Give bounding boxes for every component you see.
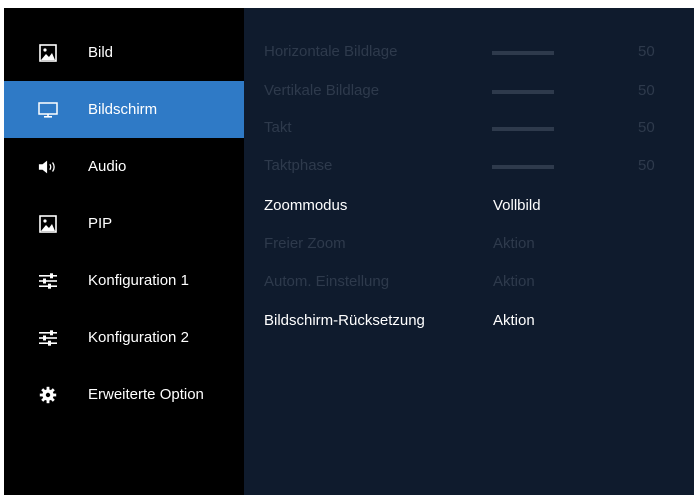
sidebar-item-label: Erweiterte Option xyxy=(88,386,204,403)
sliders-icon xyxy=(38,328,58,348)
setting-label: Taktphase xyxy=(264,157,333,174)
setting-value: 50 xyxy=(638,43,655,60)
sidebar-item-audio[interactable]: Audio xyxy=(4,138,244,195)
vertical-position-slider[interactable] xyxy=(492,90,554,94)
setting-value: 50 xyxy=(638,119,655,136)
setting-label: Freier Zoom xyxy=(264,235,346,252)
sidebar-item-bild[interactable]: Bild xyxy=(4,24,244,81)
clock-slider[interactable] xyxy=(492,127,554,131)
setting-label: Takt xyxy=(264,119,292,136)
free-zoom-action[interactable]: Aktion xyxy=(493,235,535,252)
sidebar-item-pip[interactable]: PIP xyxy=(4,195,244,252)
gear-icon xyxy=(38,385,58,405)
setting-label: Zoommodus xyxy=(264,197,348,214)
setting-value: 50 xyxy=(638,82,655,99)
setting-horizontal-position[interactable]: Horizontale Bildlage 50 xyxy=(244,33,694,71)
setting-vertical-position[interactable]: Vertikale Bildlage 50 xyxy=(244,72,694,110)
setting-zoom-mode[interactable]: Zoommodus Vollbild xyxy=(244,187,694,225)
setting-label: Vertikale Bildlage xyxy=(264,82,380,99)
sidebar-item-erweiterte-option[interactable]: Erweiterte Option xyxy=(4,366,244,423)
screen-reset-action[interactable]: Aktion xyxy=(493,312,535,329)
speaker-icon xyxy=(38,157,58,177)
sliders-icon xyxy=(38,271,58,291)
zoom-mode-value[interactable]: Vollbild xyxy=(493,197,541,214)
sidebar-item-konfiguration-2[interactable]: Konfiguration 2 xyxy=(4,309,244,366)
sidebar-item-konfiguration-1[interactable]: Konfiguration 1 xyxy=(4,252,244,309)
horizontal-position-slider[interactable] xyxy=(492,51,554,55)
sidebar-item-label: PIP xyxy=(88,215,113,232)
setting-label: Bildschirm-Rücksetzung xyxy=(264,312,425,329)
setting-label: Autom. Einstellung xyxy=(264,273,390,290)
setting-label: Horizontale Bildlage xyxy=(264,43,398,60)
setting-auto-adjust[interactable]: Autom. Einstellung Aktion xyxy=(244,263,694,301)
phase-slider[interactable] xyxy=(492,165,554,169)
sidebar-menu: Bild Bildschirm Audio PIP Konfiguration … xyxy=(4,24,244,423)
auto-adjust-action[interactable]: Aktion xyxy=(493,273,535,290)
osd-screen: Bild Bildschirm Audio PIP Konfiguration … xyxy=(4,8,694,495)
sidebar-item-label: Konfiguration 2 xyxy=(88,329,189,346)
monitor-icon xyxy=(38,100,58,120)
picture-icon xyxy=(38,214,58,234)
setting-screen-reset[interactable]: Bildschirm-Rücksetzung Aktion xyxy=(244,302,694,340)
sidebar-item-label: Bildschirm xyxy=(88,101,158,118)
picture-icon xyxy=(38,43,58,63)
setting-clock[interactable]: Takt 50 xyxy=(244,109,694,147)
setting-phase[interactable]: Taktphase 50 xyxy=(244,147,694,185)
sidebar-item-label: Audio xyxy=(88,158,127,175)
sidebar-item-bildschirm[interactable]: Bildschirm xyxy=(4,81,244,138)
sidebar-item-label: Konfiguration 1 xyxy=(88,272,189,289)
setting-free-zoom[interactable]: Freier Zoom Aktion xyxy=(244,225,694,263)
sidebar-item-label: Bild xyxy=(88,44,114,61)
setting-value: 50 xyxy=(638,157,655,174)
settings-panel: Horizontale Bildlage 50 Vertikale Bildla… xyxy=(244,8,694,495)
